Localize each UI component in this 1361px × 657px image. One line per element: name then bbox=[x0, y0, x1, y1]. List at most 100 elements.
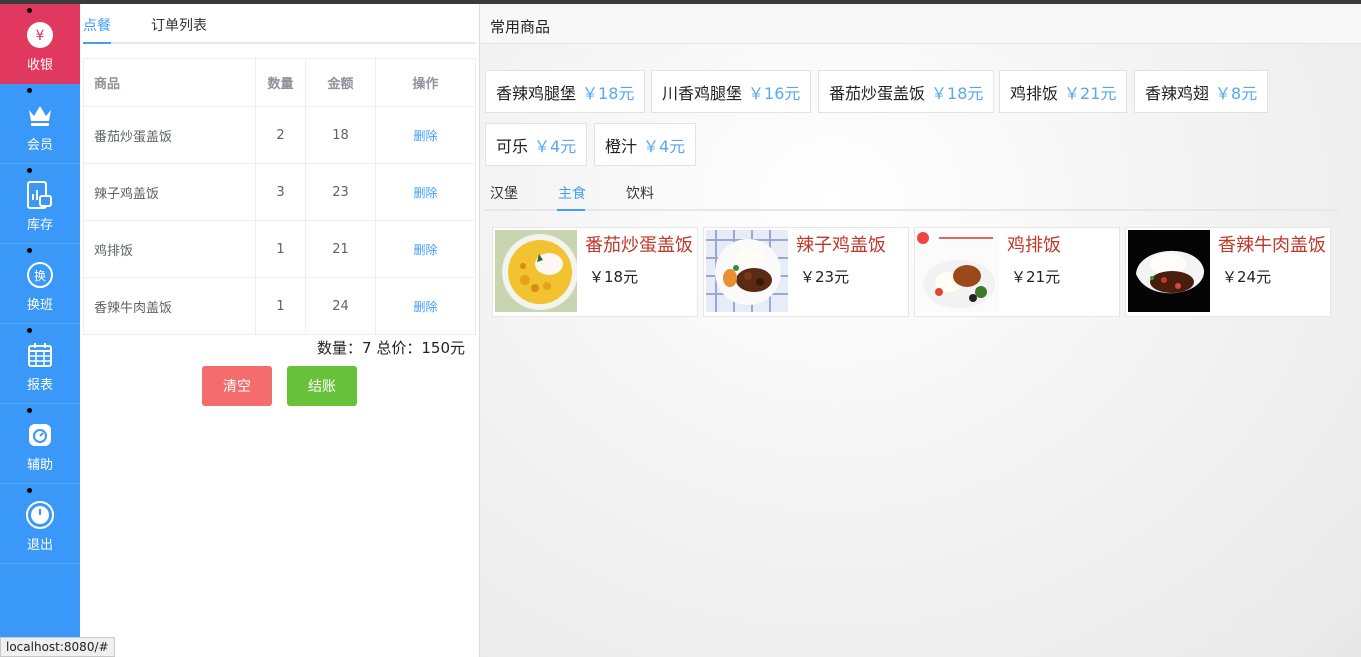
sidebar-nav: ¥ 收银 会员 库存 换 换班 报表 辅助 退出 bbox=[0, 4, 80, 657]
bullet-dot bbox=[27, 328, 32, 333]
row-item-name: 香辣牛肉盖饭 bbox=[83, 277, 256, 335]
nav-label: 退出 bbox=[26, 538, 53, 553]
common-item-price: ￥4元 bbox=[643, 136, 686, 156]
column-header-amount[interactable]: 金额 bbox=[305, 58, 376, 107]
common-item-price: ￥4元 bbox=[534, 136, 577, 156]
common-item-name: 香辣鸡腿堡 bbox=[496, 83, 577, 103]
table-header-row: 商品 数量 金额 操作 bbox=[83, 58, 476, 107]
food-card[interactable]: 番茄炒蛋盖饭 ￥18元 bbox=[492, 227, 698, 317]
common-item-name: 川香鸡腿堡 bbox=[662, 83, 743, 103]
active-tab-indicator bbox=[83, 42, 111, 44]
food-image-spicy-beef-rice bbox=[1128, 230, 1210, 312]
tab-order[interactable]: 点餐 bbox=[83, 15, 111, 35]
column-header-item[interactable]: 商品 bbox=[83, 58, 256, 107]
row-qty: 2 bbox=[255, 106, 306, 164]
clear-button[interactable]: 清空 bbox=[202, 366, 272, 406]
nav-label: 报表 bbox=[26, 378, 53, 393]
nav-item-cashier[interactable]: ¥ 收银 bbox=[0, 4, 80, 84]
food-name: 番茄炒蛋盖饭 bbox=[585, 235, 693, 256]
delete-link[interactable]: 删除 bbox=[413, 186, 437, 200]
bullet-dot bbox=[27, 408, 32, 413]
nav-item-report[interactable]: 报表 bbox=[0, 324, 80, 404]
status-bar-url: localhost:8080/# bbox=[0, 637, 115, 657]
order-tabs: 点餐 订单列表 bbox=[83, 4, 476, 44]
tab-drinks[interactable]: 饮料 bbox=[626, 183, 654, 203]
column-header-qty[interactable]: 数量 bbox=[255, 58, 306, 107]
nav-item-inventory[interactable]: 库存 bbox=[0, 164, 80, 244]
nav-item-logout[interactable]: 退出 bbox=[0, 484, 80, 564]
row-item-name: 辣子鸡盖饭 bbox=[83, 163, 256, 221]
nav-label: 收银 bbox=[26, 58, 53, 73]
row-item-name: 番茄炒蛋盖饭 bbox=[83, 106, 256, 164]
row-amount: 23 bbox=[305, 163, 376, 221]
food-price: ￥23元 bbox=[800, 268, 850, 286]
common-item-price: ￥18元 bbox=[582, 83, 635, 103]
food-image-spicy-chicken-rice bbox=[706, 230, 788, 312]
food-card[interactable]: 辣子鸡盖饭 ￥23元 bbox=[703, 227, 909, 317]
common-item[interactable]: 川香鸡腿堡 ￥16元 bbox=[651, 70, 812, 113]
bullet-dot bbox=[27, 248, 32, 253]
goods-header: 常用商品 bbox=[480, 4, 1361, 44]
food-name: 香辣牛肉盖饭 bbox=[1218, 235, 1326, 256]
food-price: ￥18元 bbox=[589, 268, 639, 286]
common-item[interactable]: 橙汁 ￥4元 bbox=[594, 123, 697, 166]
nav-item-assist[interactable]: 辅助 bbox=[0, 404, 80, 484]
row-qty: 1 bbox=[255, 220, 306, 278]
nav-label: 会员 bbox=[26, 138, 53, 153]
bullet-dot bbox=[27, 88, 32, 93]
food-name: 鸡排饭 bbox=[1007, 235, 1061, 256]
nav-label: 库存 bbox=[26, 218, 53, 233]
table-row: 辣子鸡盖饭 3 23 删除 bbox=[83, 163, 476, 221]
delete-link[interactable]: 删除 bbox=[413, 300, 437, 314]
common-item-name: 橙汁 bbox=[605, 136, 638, 156]
column-header-action: 操作 bbox=[375, 58, 476, 107]
tab-staple[interactable]: 主食 bbox=[558, 183, 586, 203]
nav-label: 换班 bbox=[26, 298, 53, 313]
common-item-price: ￥21元 bbox=[1064, 83, 1117, 103]
common-item-price: ￥18元 bbox=[931, 83, 984, 103]
food-card[interactable]: 香辣牛肉盖饭 ￥24元 bbox=[1125, 227, 1331, 317]
inventory-icon bbox=[25, 180, 55, 210]
checkout-button[interactable]: 结账 bbox=[287, 366, 357, 406]
row-qty: 1 bbox=[255, 277, 306, 335]
row-amount: 18 bbox=[305, 106, 376, 164]
row-item-name: 鸡排饭 bbox=[83, 220, 256, 278]
common-item[interactable]: 可乐 ￥4元 bbox=[485, 123, 588, 166]
nav-label: 辅助 bbox=[26, 458, 53, 473]
common-item-name: 香辣鸡翅 bbox=[1145, 83, 1210, 103]
nav-item-member[interactable]: 会员 bbox=[0, 84, 80, 164]
table-row: 香辣牛肉盖饭 1 24 删除 bbox=[83, 277, 476, 335]
table-row: 番茄炒蛋盖饭 2 18 删除 bbox=[83, 106, 476, 164]
shift-icon: 换 bbox=[25, 260, 55, 290]
bullet-dot bbox=[27, 168, 32, 173]
food-price: ￥21元 bbox=[1011, 268, 1061, 286]
tab-burger[interactable]: 汉堡 bbox=[490, 183, 518, 203]
assist-icon bbox=[25, 420, 55, 450]
delete-link[interactable]: 删除 bbox=[413, 243, 437, 257]
food-image-tomato-egg-rice bbox=[495, 230, 577, 312]
common-item-name: 番茄炒蛋盖饭 bbox=[829, 83, 926, 103]
order-summary: 数量：7 总价：150元 bbox=[317, 339, 465, 357]
clock-icon bbox=[25, 500, 55, 530]
nav-item-shift[interactable]: 换 换班 bbox=[0, 244, 80, 324]
order-table: 商品 数量 金额 操作 番茄炒蛋盖饭 2 18 删除 辣子鸡盖饭 3 23 删除… bbox=[83, 58, 476, 335]
row-amount: 24 bbox=[305, 277, 376, 335]
row-qty: 3 bbox=[255, 163, 306, 221]
common-item-price: ￥8元 bbox=[1215, 83, 1258, 103]
svg-text:¥: ¥ bbox=[36, 28, 45, 44]
common-item[interactable]: 香辣鸡腿堡 ￥18元 bbox=[485, 70, 646, 113]
common-item[interactable]: 番茄炒蛋盖饭 ￥18元 bbox=[818, 70, 995, 113]
active-tab-indicator bbox=[557, 209, 585, 211]
order-panel: 点餐 订单列表 商品 数量 金额 操作 番茄炒蛋盖饭 2 18 删除 辣子鸡盖饭… bbox=[80, 4, 480, 657]
bullet-dot bbox=[27, 8, 32, 13]
tab-order-list[interactable]: 订单列表 bbox=[151, 15, 207, 35]
common-item[interactable]: 香辣鸡翅 ￥8元 bbox=[1134, 70, 1269, 113]
table-row: 鸡排饭 1 21 删除 bbox=[83, 220, 476, 278]
delete-link[interactable]: 删除 bbox=[413, 129, 437, 143]
common-item[interactable]: 鸡排饭 ￥21元 bbox=[999, 70, 1128, 113]
food-image-chicken-cutlet-rice bbox=[917, 230, 999, 312]
common-item-name: 鸡排饭 bbox=[1010, 83, 1059, 103]
food-card[interactable]: 鸡排饭 ￥21元 bbox=[914, 227, 1120, 317]
crown-icon bbox=[25, 100, 55, 130]
calendar-icon bbox=[25, 340, 55, 370]
